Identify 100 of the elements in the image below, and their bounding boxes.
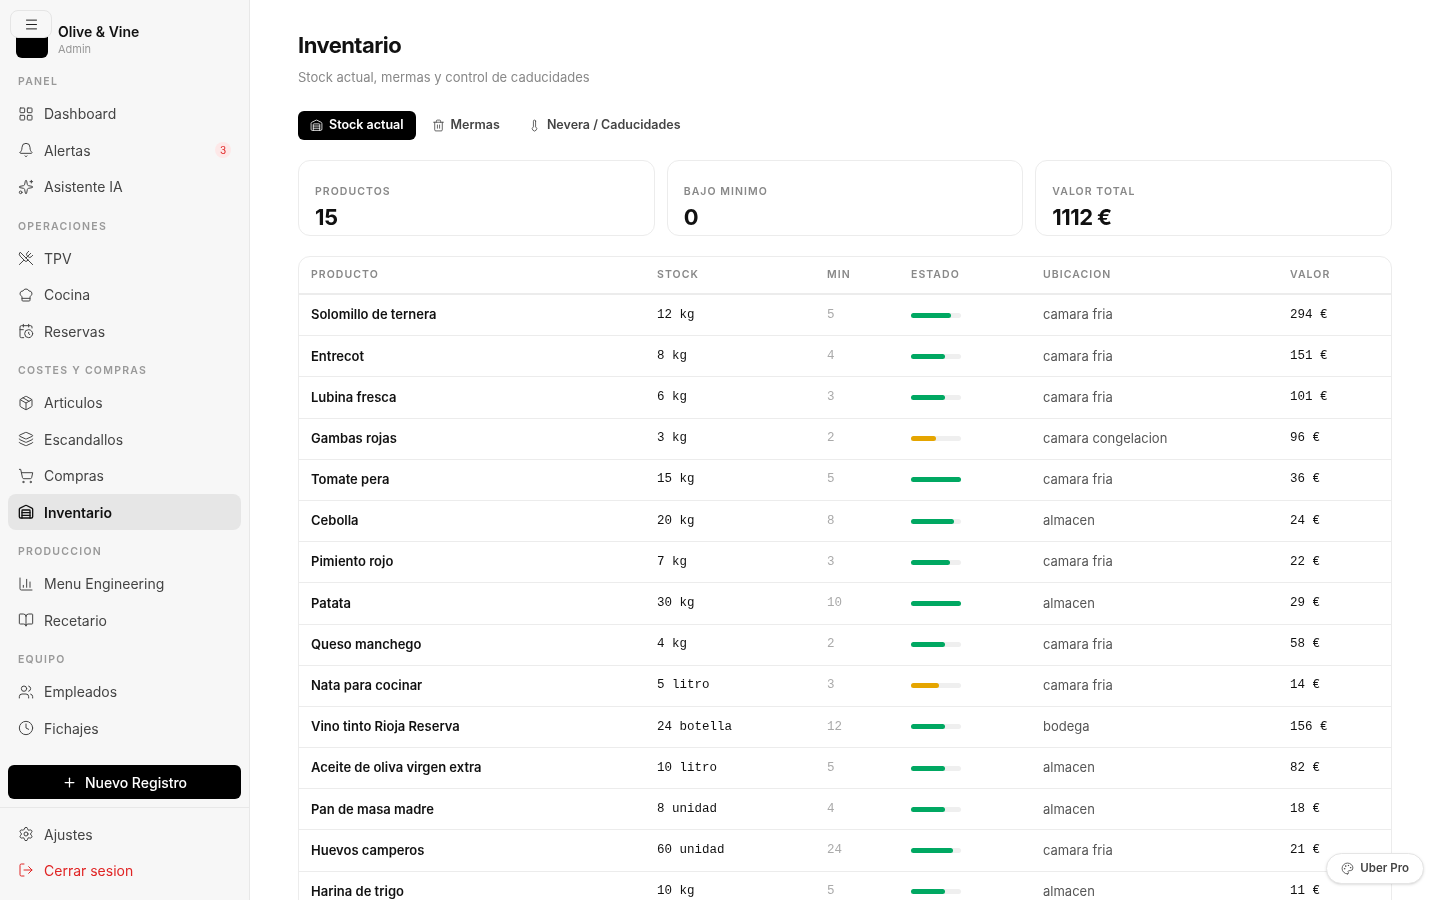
clock-icon xyxy=(18,720,34,736)
trash-icon xyxy=(431,119,445,132)
utensils-icon xyxy=(18,250,34,266)
user-role: Admin xyxy=(58,42,93,57)
logout-link[interactable]: Cerrar sesion xyxy=(8,852,241,888)
product-name: Huevos camperos xyxy=(311,840,426,860)
product-name: Patata xyxy=(311,593,352,613)
min-cell-text: 5 xyxy=(827,759,836,777)
nav-item[interactable]: Dashboard xyxy=(8,95,241,132)
column-header: MIN xyxy=(827,267,852,283)
nav-item[interactable]: Alertas 3 xyxy=(8,132,241,168)
product-name: Entrecot xyxy=(311,346,366,366)
calendar-clock-icon xyxy=(18,323,34,339)
min-cell-text: 3 xyxy=(827,553,836,571)
nav-item[interactable]: Menu Engineering xyxy=(8,565,241,602)
product-name: Nata para cocinar xyxy=(311,676,424,696)
product-name: Cebolla xyxy=(311,511,360,531)
location-cell-text: camara fria xyxy=(1043,346,1114,366)
nav-item[interactable]: Reservas xyxy=(8,313,241,349)
grid-icon xyxy=(18,105,34,122)
product-name: Solomillo de ternera xyxy=(311,305,438,325)
product-name: Harina de trigo xyxy=(311,881,405,900)
value-cell-text: 156 € xyxy=(1290,718,1329,736)
section-heading: EQUIPO xyxy=(18,652,66,668)
value-cell-text: 22 € xyxy=(1290,553,1321,571)
nav-item[interactable]: Fichajes xyxy=(8,710,241,746)
stock-cell-text: 24 botella xyxy=(657,718,733,736)
stock-cell-text: 60 unidad xyxy=(657,842,726,860)
menu-button[interactable] xyxy=(10,10,52,38)
nav-item[interactable]: TPV xyxy=(8,240,241,276)
tab[interactable]: Stock actual xyxy=(298,111,416,140)
nav-item[interactable]: Inventario xyxy=(8,494,241,530)
stock-cell-text: 30 kg xyxy=(657,595,696,613)
column-header: VALOR xyxy=(1290,267,1332,283)
min-cell-text: 4 xyxy=(827,347,836,365)
min-cell-text: 3 xyxy=(827,677,836,695)
min-cell-text: 2 xyxy=(827,636,836,654)
location-cell-text: almacen xyxy=(1043,511,1096,531)
value-cell-text: 101 € xyxy=(1290,389,1329,407)
stock-cell-text: 15 kg xyxy=(657,471,696,489)
min-cell-text: 2 xyxy=(827,430,836,448)
stat-value: 15 xyxy=(315,204,338,230)
value-cell-text: 18 € xyxy=(1290,800,1321,818)
min-cell-text: 24 xyxy=(827,842,843,860)
stat-label: VALOR TOTAL xyxy=(1052,185,1136,198)
product-name: Lubina fresca xyxy=(311,387,398,407)
section-heading: OPERACIONES xyxy=(18,218,107,235)
column-header: ESTADO xyxy=(911,267,961,283)
bell-icon xyxy=(18,142,34,158)
nav-item[interactable]: Articulos xyxy=(8,384,241,421)
box-icon xyxy=(18,394,34,411)
min-cell-text: 8 xyxy=(827,512,836,530)
section-heading: COSTES Y COMPRAS xyxy=(18,363,148,379)
page-title: Inventario xyxy=(298,32,403,60)
nav-item[interactable]: Cocina xyxy=(8,276,241,313)
location-cell-text: camara fria xyxy=(1043,387,1114,407)
warehouse-icon xyxy=(18,504,34,520)
tab[interactable]: Nevera / Caducidades xyxy=(515,111,693,140)
theme-button[interactable]: Uber Pro xyxy=(1326,853,1424,884)
stock-cell-text: 5 litro xyxy=(657,677,711,695)
stock-cell-text: 12 kg xyxy=(657,306,696,324)
chef-hat-icon xyxy=(18,286,34,303)
value-cell-text: 36 € xyxy=(1290,471,1321,489)
value-cell-text: 21 € xyxy=(1290,842,1321,860)
product-name: Tomate pera xyxy=(311,470,391,490)
page-subtitle: Stock actual, mermas y control de caducidades xyxy=(298,67,591,87)
stat-label: PRODUCTOS xyxy=(315,185,391,198)
value-cell-text: 29 € xyxy=(1290,595,1321,613)
column-header: STOCK xyxy=(657,267,700,283)
nav-item[interactable]: Ajustes xyxy=(8,816,241,852)
location-cell-text: camara fria xyxy=(1043,840,1114,860)
nav-item[interactable]: Escandallos xyxy=(8,421,241,457)
nav-item[interactable]: Empleados xyxy=(8,673,241,710)
location-cell-text: camara congelacion xyxy=(1043,428,1169,448)
value-cell-text: 96 € xyxy=(1290,430,1321,448)
nav-item[interactable]: Asistente IA xyxy=(8,168,241,205)
product-name: Aceite de oliva virgen extra xyxy=(311,758,483,778)
brand-name: Olive & Vine xyxy=(58,23,140,41)
location-cell-text: camara fria xyxy=(1043,305,1114,325)
users-icon xyxy=(18,683,34,700)
sparkles-icon xyxy=(18,178,34,195)
product-name: Queso manchego xyxy=(311,634,423,654)
nav-item[interactable]: Recetario xyxy=(8,602,241,638)
tab[interactable]: Mermas xyxy=(419,111,512,140)
new-record-button[interactable]: Nuevo Registro xyxy=(8,765,241,799)
min-cell-text: 5 xyxy=(827,883,836,900)
section-heading: PRODUCCION xyxy=(18,544,103,560)
location-cell-text: camara fria xyxy=(1043,552,1114,572)
product-name: Gambas rojas xyxy=(311,428,398,448)
menu-icon xyxy=(23,16,39,32)
location-cell-text: almacen xyxy=(1043,593,1096,613)
stat-value: 1112 € xyxy=(1052,204,1112,230)
logout-icon xyxy=(18,862,34,878)
location-cell-text: bodega xyxy=(1043,717,1091,737)
column-header: PRODUCTO xyxy=(311,267,380,283)
column-header: UBICACION xyxy=(1043,267,1113,283)
location-cell-text: almacen xyxy=(1043,881,1096,900)
min-cell-text: 4 xyxy=(827,800,836,818)
nav-item[interactable]: Compras xyxy=(8,457,241,494)
stock-cell-text: 10 kg xyxy=(657,883,696,900)
